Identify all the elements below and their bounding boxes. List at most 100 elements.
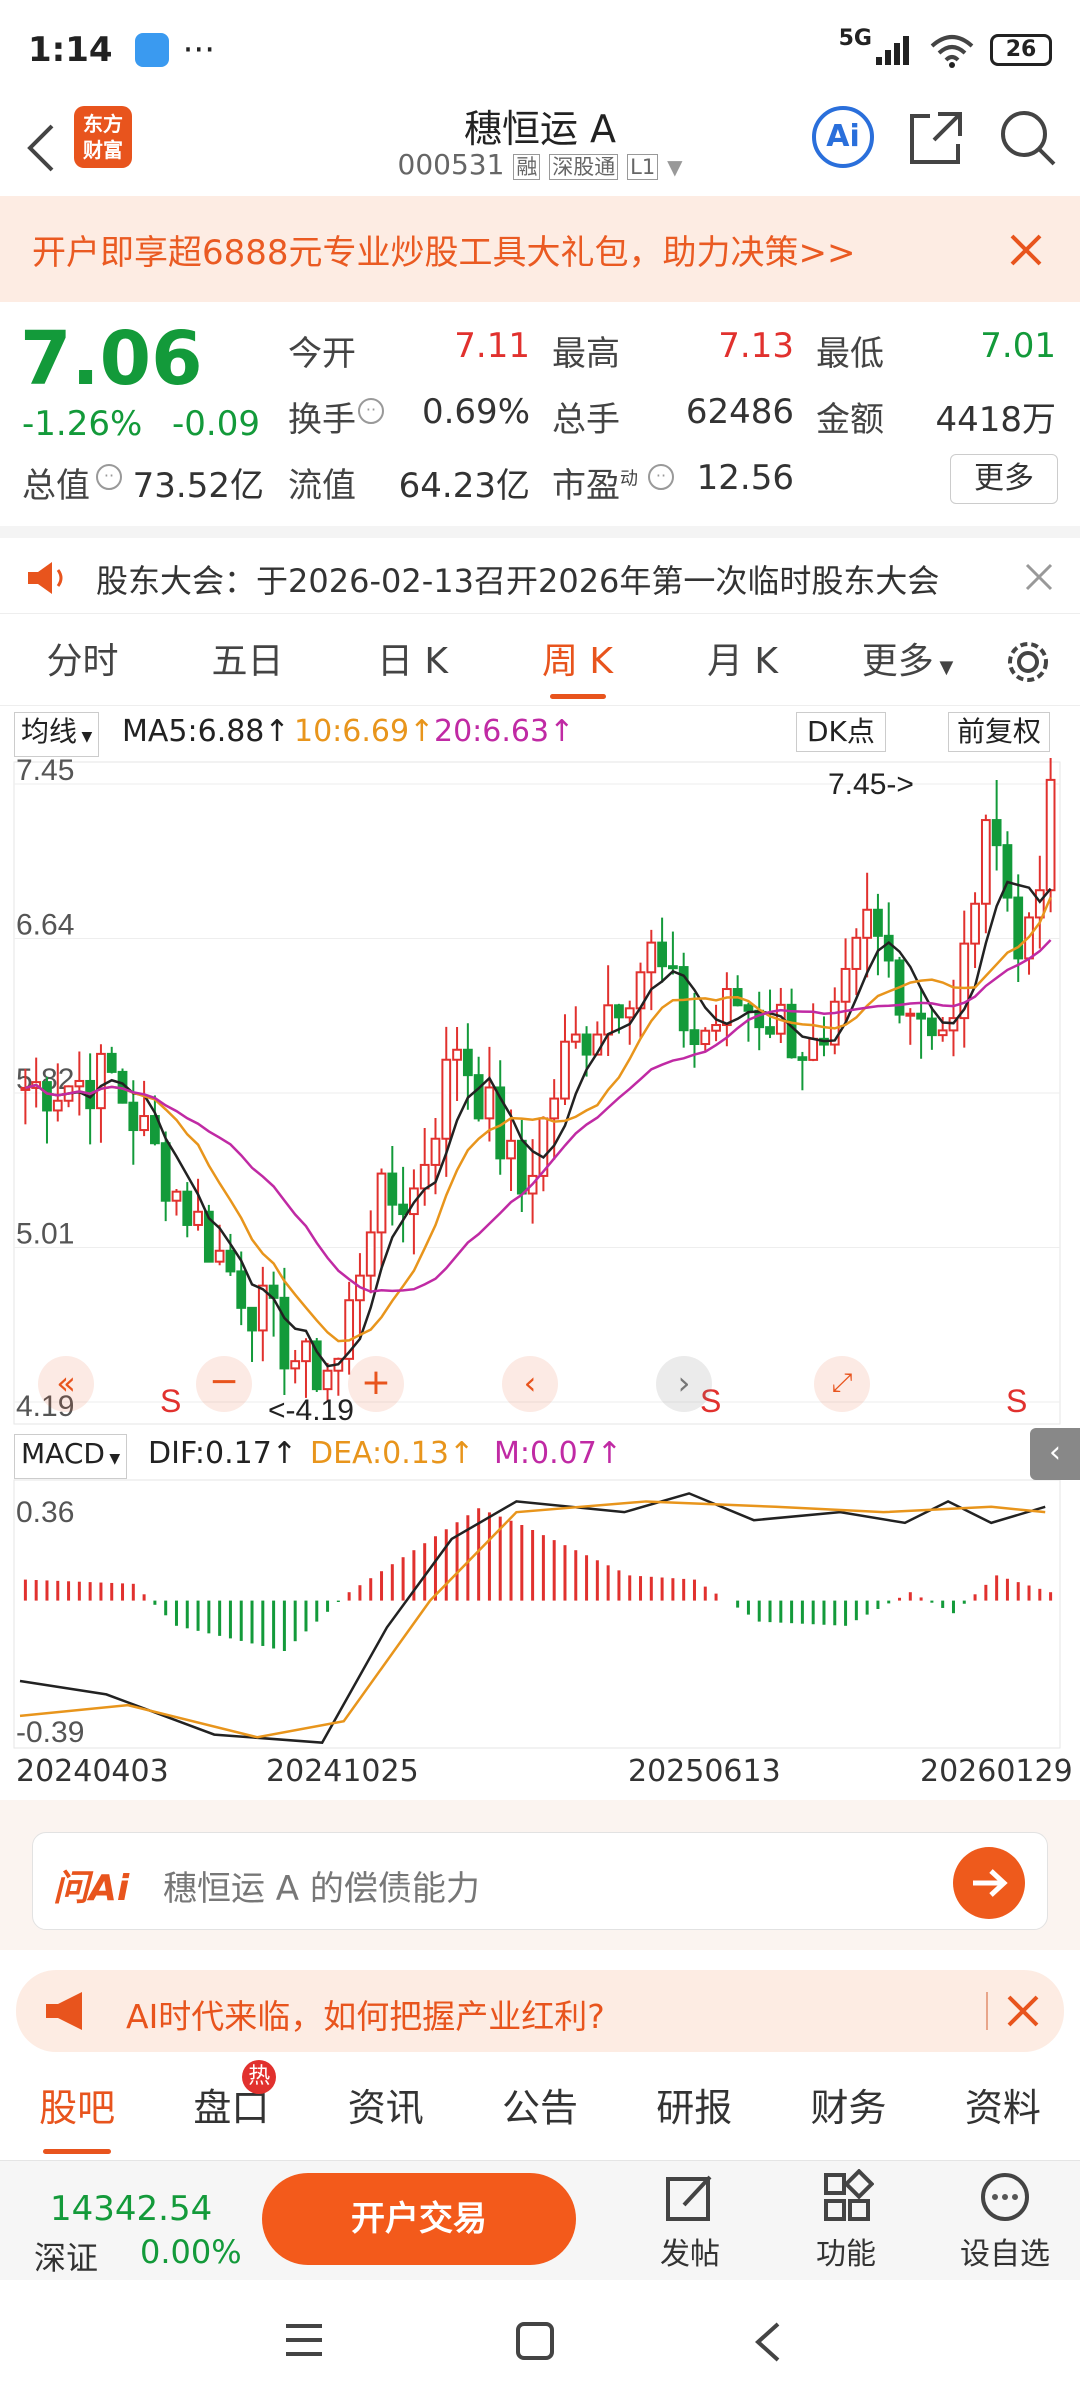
share-icon[interactable] <box>904 106 968 170</box>
dif-value-text: DIF:0.17 <box>148 1436 272 1471</box>
post-button[interactable]: 发帖 <box>640 2169 740 2279</box>
info-icon[interactable]: ·· <box>358 398 384 424</box>
tab-weekly-k[interactable]: 周 K <box>495 618 660 705</box>
collapse-panel-button[interactable]: ‹ <box>1030 1428 1080 1480</box>
promo-banner-text: 开户即享超6888元专业炒股工具大礼包，助力决策>> <box>32 232 856 273</box>
stock-code: 000531 <box>397 148 505 181</box>
tab-research[interactable]: 研报 <box>617 2060 771 2156</box>
tab-orderbook[interactable]: 盘口热 <box>154 2060 308 2156</box>
dk-point-button[interactable]: DK点 <box>796 712 886 752</box>
ai-promo-strip[interactable]: AI时代来临，如何把握产业红利? <box>16 1970 1064 2052</box>
m-value: M:0.07↑ <box>494 1436 622 1471</box>
candle <box>516 1139 527 1195</box>
ai-search-box[interactable]: 问Ai 穗恒运 A 的偿债能力 <box>32 1832 1048 1930</box>
pe-label-text: 市盈 <box>552 466 620 506</box>
tab-five-day[interactable]: 五日 <box>165 618 330 705</box>
macd-chart[interactable]: 0.36 -0.39 <box>0 1428 1080 1798</box>
info-icon[interactable]: ·· <box>96 464 122 490</box>
ai-button[interactable]: Ai <box>812 106 874 168</box>
fullscreen-button[interactable]: ⤢ <box>814 1356 870 1412</box>
gear-icon[interactable] <box>1004 638 1052 686</box>
tab-forum[interactable]: 股吧 <box>0 2060 154 2156</box>
ma-selector-label: 均线 <box>21 715 78 748</box>
candle <box>883 934 894 962</box>
open-label: 今开 <box>288 334 356 374</box>
promo-banner[interactable]: 开户即享超6888元专业炒股工具大礼包，助力决策>> <box>0 196 1080 302</box>
function-button[interactable]: 功能 <box>796 2168 896 2279</box>
chevron-down-icon: ▼ <box>933 657 954 678</box>
open-account-button[interactable]: 开户交易 <box>262 2173 576 2265</box>
scroll-left-button[interactable]: « <box>38 1356 94 1412</box>
close-icon[interactable] <box>1006 1994 1040 2028</box>
search-icon[interactable] <box>996 106 1060 170</box>
index-name: 深证 <box>34 2239 99 2277</box>
ai-submit-button[interactable] <box>953 1847 1025 1919</box>
info-tabs: 股吧 盘口热 资讯 公告 研报 财务 资料 <box>0 2060 1080 2156</box>
chart-tabs: 分时 五日 日 K 周 K 月 K 更多 ▼ <box>0 618 1080 706</box>
index-value: 14342.54 <box>50 2189 213 2229</box>
tab-more-label: 更多 <box>861 641 934 682</box>
tab-profile[interactable]: 资料 <box>926 2060 1080 2156</box>
ai-search-section: 问Ai 穗恒运 A 的偿债能力 <box>0 1800 1080 1950</box>
candle <box>927 1017 937 1037</box>
candle <box>916 1012 926 1020</box>
info-icon[interactable]: ·· <box>648 464 674 490</box>
prev-button[interactable]: ‹ <box>502 1356 558 1412</box>
candle <box>808 1037 819 1061</box>
status-bar: 1:14 ··· 5G 26 <box>0 0 1080 100</box>
zoom-in-button[interactable]: + <box>348 1356 404 1412</box>
candle <box>52 1099 63 1112</box>
tab-monthly-k[interactable]: 月 K <box>660 618 825 705</box>
close-icon[interactable] <box>1024 562 1054 592</box>
volume-label: 总手 <box>552 400 620 440</box>
candle <box>214 1249 225 1263</box>
back-nav-icon[interactable] <box>748 2318 788 2366</box>
post-label: 发帖 <box>660 2237 720 2272</box>
tab-finance[interactable]: 财务 <box>771 2060 925 2156</box>
candle <box>603 1004 614 1036</box>
hot-badge: 热 <box>242 2060 277 2094</box>
close-icon[interactable] <box>1008 232 1044 268</box>
macd-selector[interactable]: MACD ▼ <box>14 1434 128 1479</box>
system-nav-bar <box>0 2280 1080 2400</box>
notice-bar[interactable]: 股东大会：于2026-02-13召开2026年第一次临时股东大会 <box>0 526 1080 614</box>
ma20-value: 20:6.63↑ <box>434 714 575 749</box>
candle <box>398 1203 408 1216</box>
add-watchlist-button[interactable]: 设自选 <box>950 2169 1060 2279</box>
macd-frame <box>13 1479 1061 1749</box>
candle <box>452 1048 462 1061</box>
tab-daily-k[interactable]: 日 K <box>330 618 495 705</box>
tab-timeshare[interactable]: 分时 <box>0 618 165 705</box>
date-tick: 20250613 <box>628 1754 781 1789</box>
amount-value: 4418万 <box>935 400 1056 440</box>
battery-indicator: 26 <box>990 34 1052 66</box>
next-button[interactable]: › <box>656 1356 712 1412</box>
candle <box>128 1101 139 1132</box>
tab-announcements[interactable]: 公告 <box>463 2060 617 2156</box>
ma-selector[interactable]: 均线 ▼ <box>14 712 100 757</box>
tab-news[interactable]: 资讯 <box>309 2060 463 2156</box>
candle <box>797 1056 808 1061</box>
dea-value: DEA:0.13↑ <box>310 1436 475 1471</box>
candle <box>905 1012 916 1017</box>
home-icon[interactable] <box>514 2320 558 2364</box>
candle <box>473 1074 484 1120</box>
macd-selector-label: MACD <box>21 1437 105 1470</box>
float-value: 64.23亿 <box>398 466 530 506</box>
candle <box>441 1058 452 1140</box>
adjust-button[interactable]: 前复权 <box>948 712 1051 752</box>
more-button[interactable]: 更多 <box>950 454 1058 504</box>
ai-brand: 问Ai <box>53 1868 130 1909</box>
index-widget[interactable]: 14342.54 深证 0.00% <box>34 2177 244 2277</box>
zoom-out-button[interactable]: − <box>196 1356 252 1412</box>
function-label: 功能 <box>816 2237 876 2272</box>
tab-more[interactable]: 更多 ▼ <box>825 618 990 705</box>
float-label: 流值 <box>288 466 356 506</box>
network-label: 5G <box>838 26 872 51</box>
menu-icon[interactable] <box>282 2320 326 2360</box>
candlestick-chart[interactable]: 7.456.645.825.014.197.45-><-4.19S S S <box>0 758 1080 1428</box>
more-notifications-icon: ··· <box>182 30 216 70</box>
chart-settings[interactable] <box>990 618 1080 705</box>
action-bar: 14342.54 深证 0.00% 开户交易 发帖 功能 设自选 <box>0 2160 1080 2280</box>
candle <box>711 1024 721 1032</box>
